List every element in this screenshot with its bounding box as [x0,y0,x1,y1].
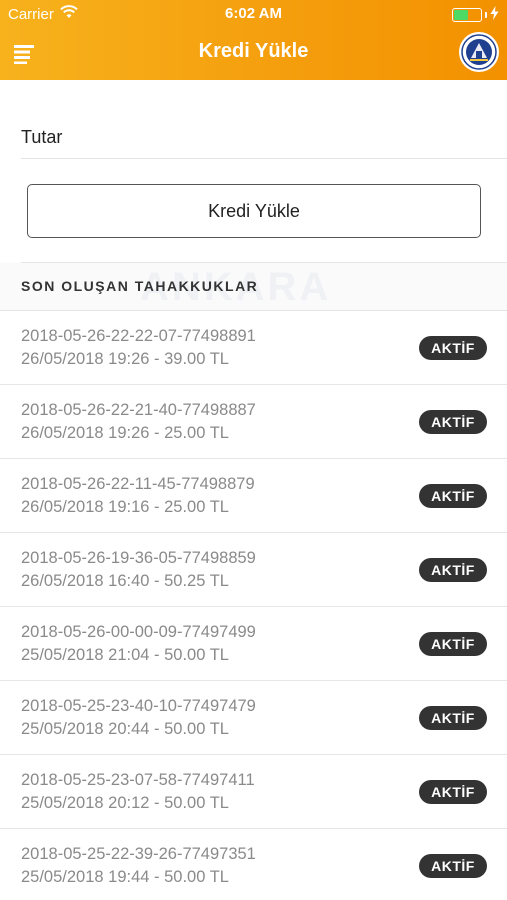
section-header: ANKARA SON OLUŞAN TAHAKKUKLAR [0,263,507,311]
item-detail: 26/05/2018 19:16 - 25.00 TL [21,498,229,516]
status-bar: Carrier 6:02 AM [0,0,507,28]
list-item[interactable]: 2018-05-26-00-00-09-77497499 25/05/2018 … [0,607,507,681]
item-detail: 25/05/2018 20:44 - 50.00 TL [21,720,229,738]
status-badge: AKTİF [419,484,487,508]
list-item[interactable]: 2018-05-25-23-40-10-77497479 25/05/2018 … [0,681,507,755]
item-id: 2018-05-25-23-07-58-77497411 [21,771,255,789]
list-item[interactable]: 2018-05-25-23-07-58-77497411 25/05/2018 … [0,755,507,829]
list-item[interactable]: 2018-05-26-22-11-45-77498879 26/05/2018 … [0,459,507,533]
item-id: 2018-05-26-00-00-09-77497499 [21,623,256,641]
status-badge: AKTİF [419,336,487,360]
nav-bar: Kredi Yükle [0,28,507,80]
status-badge: AKTİF [419,632,487,656]
item-detail: 26/05/2018 19:26 - 25.00 TL [21,424,229,442]
amount-input[interactable] [21,118,481,156]
item-id: 2018-05-25-23-40-10-77497479 [21,697,256,715]
page-title: Kredi Yükle [198,40,309,62]
status-badge: AKTİF [419,410,487,434]
status-badge: AKTİF [419,854,487,878]
item-detail: 26/05/2018 16:40 - 50.25 TL [21,572,229,590]
status-badge: AKTİF [419,558,487,582]
charging-icon [490,6,499,24]
item-id: 2018-05-26-22-21-40-77498887 [21,401,256,419]
list-item[interactable]: 2018-05-25-22-39-26-77497351 25/05/2018 … [0,829,507,900]
status-badge: AKTİF [419,780,487,804]
load-credit-button[interactable]: Kredi Yükle [27,184,481,238]
list-item[interactable]: 2018-05-26-22-21-40-77498887 26/05/2018 … [0,385,507,459]
item-id: 2018-05-26-22-11-45-77498879 [21,475,255,493]
item-detail: 26/05/2018 19:26 - 39.00 TL [21,350,229,368]
section-title: SON OLUŞAN TAHAKKUKLAR [21,278,259,294]
item-detail: 25/05/2018 19:44 - 50.00 TL [21,868,229,886]
item-detail: 25/05/2018 20:12 - 50.00 TL [21,794,229,812]
amount-row [21,118,507,159]
ankara-logo-icon [459,32,499,72]
item-id: 2018-05-26-22-22-07-77498891 [21,327,256,345]
list-item[interactable]: 2018-05-26-22-22-07-77498891 26/05/2018 … [0,311,507,385]
status-badge: AKTİF [419,706,487,730]
list-item[interactable]: 2018-05-26-19-36-05-77498859 26/05/2018 … [0,533,507,607]
accrual-list: 2018-05-26-22-22-07-77498891 26/05/2018 … [0,311,507,900]
item-detail: 25/05/2018 21:04 - 50.00 TL [21,646,229,664]
item-id: 2018-05-26-19-36-05-77498859 [21,549,256,567]
app-header: Carrier 6:02 AM Kredi Yükle [0,0,507,80]
battery-icon [452,8,482,22]
item-id: 2018-05-25-22-39-26-77497351 [21,845,256,863]
status-time: 6:02 AM [225,5,282,22]
battery-tip [485,12,487,18]
status-right [452,6,499,24]
